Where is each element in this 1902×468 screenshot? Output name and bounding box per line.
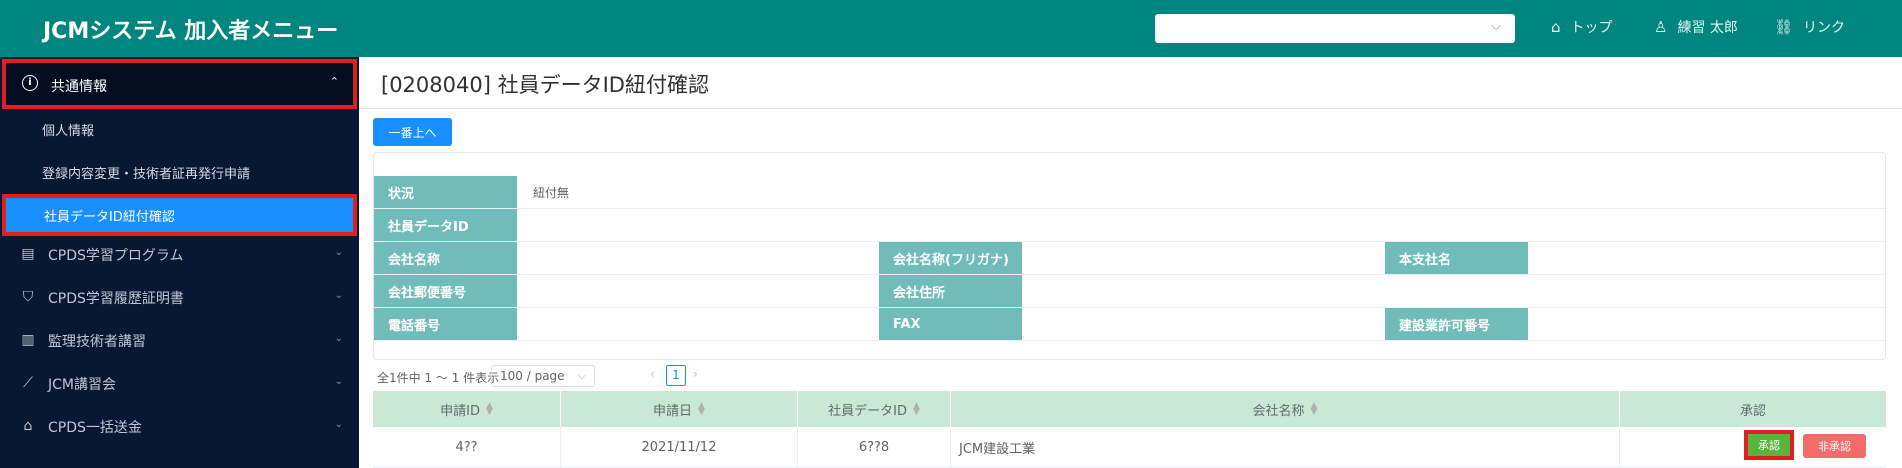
sort-icon[interactable]: ▲ ▼ bbox=[1311, 402, 1318, 417]
sidebar-item-cpds-program[interactable]: ▤ CPDS学習プログラム ⌄ bbox=[0, 233, 359, 275]
sidebar-subitem-label: 登録内容変更・技術者証再発行申請 bbox=[42, 166, 251, 182]
sidebar-subitem-personal-info[interactable]: 個人情報 bbox=[0, 109, 359, 149]
chevron-down-icon: ⌄ bbox=[334, 290, 343, 301]
sidebar-section-common-info[interactable]: i 共通情報 ⌃ bbox=[2, 59, 357, 109]
sidebar-subitem-employee-id-link[interactable]: 社員データID紐付確認 bbox=[2, 194, 357, 236]
chevron-up-icon: ⌃ bbox=[329, 75, 339, 88]
title-divider bbox=[359, 108, 1902, 109]
header-link-links[interactable]: ⛓ リンク bbox=[1774, 17, 1845, 37]
line-chart-icon: ⟋ bbox=[23, 375, 33, 391]
sidebar-item-cpds-bulk-transfer[interactable]: ⌂ CPDS一括送金 ⌄ bbox=[0, 405, 359, 447]
sidebar: i 共通情報 ⌃ 個人情報 登録内容変更・技術者証再発行申請 社員データID紐付… bbox=[0, 57, 359, 468]
sidebar-subitem-label: 個人情報 bbox=[42, 123, 95, 139]
shield-check-icon: ⛉ bbox=[22, 289, 34, 305]
prev-page-icon[interactable]: ‹ bbox=[650, 367, 655, 381]
table-header: 申請ID ▲ ▼ 申請日 ▲ ▼ 社員データID ▲ ▼ 会社名称 ▲ ▼ 承認 bbox=[373, 391, 1886, 427]
sidebar-item-label: JCM講習会 bbox=[48, 377, 116, 393]
sidebar-item-label: 監理技術者講習 bbox=[48, 334, 146, 350]
next-page-icon[interactable]: › bbox=[693, 367, 698, 381]
reject-button[interactable]: 非承認 bbox=[1803, 434, 1866, 458]
sort-icon[interactable]: ▲ ▼ bbox=[913, 402, 920, 417]
info-row-postal: 会社郵便番号 会社住所 bbox=[374, 275, 1887, 308]
fax-label: FAX bbox=[879, 308, 1022, 340]
page-size-value: 100 / page bbox=[500, 369, 565, 383]
header-link-links-label: リンク bbox=[1803, 20, 1846, 36]
phone-label: 電話番号 bbox=[374, 308, 517, 340]
info-card: 状況 紐付無 社員データID 会社名称 会社名称(フリガナ) 本支社名 会社郵便… bbox=[373, 152, 1887, 360]
column-label: 社員データID bbox=[828, 403, 907, 419]
chevron-down-icon: ⌄ bbox=[334, 419, 343, 430]
employee-id-label: 社員データID bbox=[374, 209, 517, 241]
column-label: 承認 bbox=[1739, 403, 1766, 419]
info-row-phone: 電話番号 FAX 建設業許可番号 bbox=[374, 308, 1887, 341]
sort-icon[interactable]: ▲ ▼ bbox=[698, 402, 705, 417]
column-label: 申請日 bbox=[653, 403, 693, 419]
app-header: JCMシステム 加入者メニュー ⌵ ⌂ トップ ♙ 練習 太郎 ⛓ リンク bbox=[0, 0, 1902, 57]
chevron-down-icon: ⌄ bbox=[334, 247, 343, 258]
column-label: 会社名称 bbox=[1252, 403, 1305, 419]
sort-icon[interactable]: ▲ ▼ bbox=[486, 402, 493, 417]
chevron-down-icon: ⌄ bbox=[334, 376, 343, 387]
page-size-select[interactable]: 100 / page ⌵ bbox=[491, 365, 595, 387]
header-link-user-label: 練習 太郎 bbox=[1677, 20, 1738, 36]
info-row-status: 状況 紐付無 bbox=[374, 176, 1887, 209]
table-row: 4?? 2021/11/12 6??8 JCM建設工業 承認 非承認 bbox=[373, 427, 1886, 468]
app-title: JCMシステム 加入者メニュー bbox=[43, 19, 339, 44]
approve-button[interactable]: 承認 bbox=[1744, 430, 1794, 460]
chevron-down-icon: ⌵ bbox=[577, 369, 586, 382]
sidebar-section-label: 共通情報 bbox=[51, 79, 107, 95]
header-link-top[interactable]: ⌂ トップ bbox=[1551, 17, 1613, 37]
company-name-label: 会社名称 bbox=[374, 242, 517, 274]
cell-application-date: 2021/11/12 bbox=[561, 427, 798, 468]
document-icon: ▤ bbox=[21, 246, 35, 262]
link-icon: ⛓ bbox=[1774, 18, 1794, 36]
cell-application-id: 4?? bbox=[373, 427, 561, 468]
column-company-name[interactable]: 会社名称 ▲ ▼ bbox=[951, 391, 1620, 427]
chevron-down-icon: ⌄ bbox=[334, 333, 343, 344]
home-icon: ⌂ bbox=[1551, 18, 1561, 36]
column-label: 申請ID bbox=[440, 403, 480, 419]
sidebar-item-supervisor-course[interactable]: ▥ 監理技術者講習 ⌄ bbox=[0, 319, 359, 361]
sidebar-subitem-label: 社員データID紐付確認 bbox=[44, 209, 175, 225]
status-label: 状況 bbox=[374, 176, 517, 208]
sidebar-item-jcm-seminar[interactable]: ⟋ JCM講習会 ⌄ bbox=[0, 362, 359, 404]
page-number[interactable]: 1 bbox=[666, 365, 686, 386]
sidebar-item-label: CPDS学習プログラム bbox=[48, 248, 184, 264]
postal-label: 会社郵便番号 bbox=[374, 275, 517, 307]
column-application-id[interactable]: 申請ID ▲ ▼ bbox=[373, 391, 561, 427]
branch-label: 本支社名 bbox=[1385, 242, 1528, 274]
main-content: [0208040] 社員データID紐付確認 一番上へ 状況 紐付無 社員データI… bbox=[359, 57, 1902, 468]
bank-icon: ⌂ bbox=[23, 418, 33, 434]
header-link-top-label: トップ bbox=[1570, 20, 1613, 36]
header-link-user[interactable]: ♙ 練習 太郎 bbox=[1654, 17, 1738, 37]
status-value: 紐付無 bbox=[533, 185, 570, 200]
company-kana-label: 会社名称(フリガナ) bbox=[879, 242, 1022, 274]
sidebar-subitem-registration-change[interactable]: 登録内容変更・技術者証再発行申請 bbox=[0, 152, 359, 192]
sidebar-item-label: CPDS学習履歴証明書 bbox=[48, 291, 184, 307]
scroll-top-button[interactable]: 一番上へ bbox=[373, 118, 452, 146]
sidebar-item-cpds-certificate[interactable]: ⛉ CPDS学習履歴証明書 ⌄ bbox=[0, 276, 359, 318]
cell-company-name: JCM建設工業 bbox=[951, 427, 1620, 468]
header-select[interactable]: ⌵ bbox=[1155, 14, 1515, 43]
license-label: 建設業許可番号 bbox=[1385, 308, 1528, 340]
pagination-summary: 全1件中 1 ～ 1 件表示 bbox=[377, 370, 500, 385]
page-title: [0208040] 社員データID紐付確認 bbox=[381, 73, 709, 97]
address-label: 会社住所 bbox=[879, 275, 1022, 307]
info-row-company-name: 会社名称 会社名称(フリガナ) 本支社名 bbox=[374, 242, 1887, 275]
column-approval: 承認 bbox=[1620, 391, 1886, 427]
column-employee-id[interactable]: 社員データID ▲ ▼ bbox=[798, 391, 951, 427]
cell-employee-id: 6??8 bbox=[798, 427, 951, 468]
info-icon: i bbox=[22, 75, 38, 91]
sidebar-item-label: CPDS一括送金 bbox=[48, 420, 142, 436]
user-icon: ♙ bbox=[1654, 18, 1668, 36]
column-application-date[interactable]: 申請日 ▲ ▼ bbox=[561, 391, 798, 427]
bar-chart-icon: ▥ bbox=[21, 332, 35, 348]
info-row-employee-id: 社員データID bbox=[374, 209, 1887, 242]
chevron-down-icon: ⌵ bbox=[1491, 19, 1501, 34]
